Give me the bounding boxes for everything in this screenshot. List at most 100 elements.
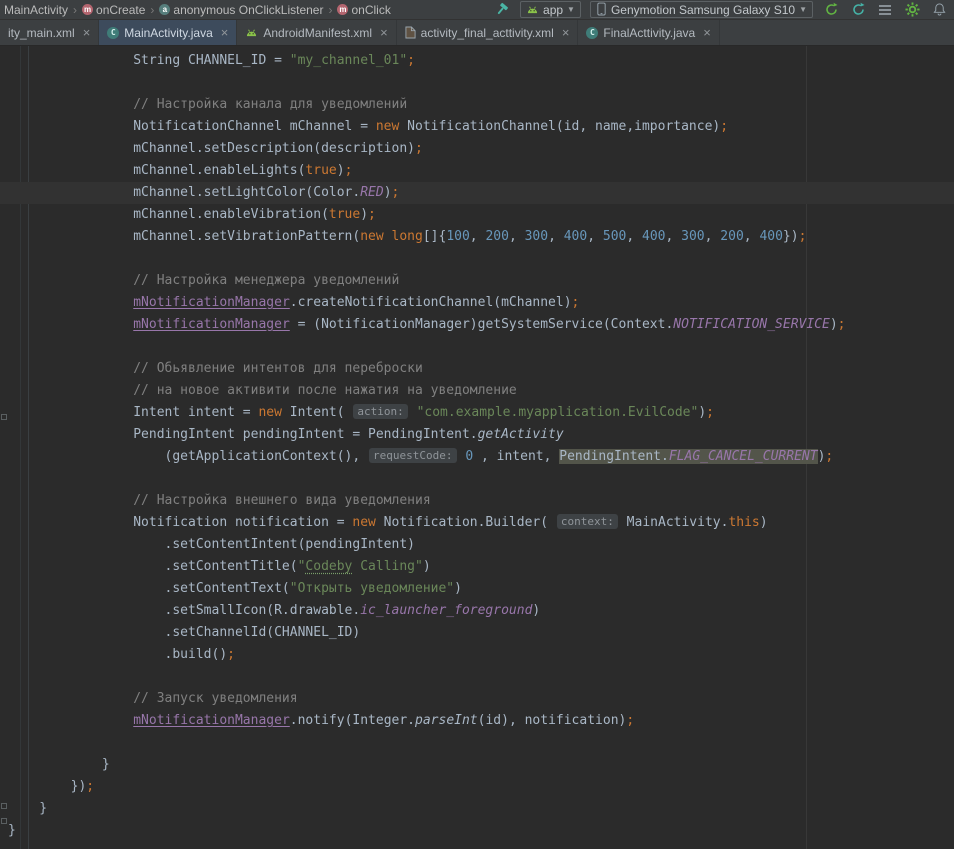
code-line[interactable]: mChannel.enableLights(true);: [0, 160, 954, 182]
run-configuration-select[interactable]: app ▼: [520, 1, 581, 18]
code-token: new: [258, 405, 281, 420]
code-line[interactable]: .build();: [0, 644, 954, 666]
code-token: RED: [360, 185, 383, 200]
parameter-hint: context:: [557, 514, 618, 529]
code-line[interactable]: String CHANNEL_ID = "my_channel_01";: [0, 50, 954, 72]
tab-activity-final-acttivity-xml[interactable]: activity_final_acttivity.xml ×: [397, 20, 579, 45]
code-line[interactable]: [0, 248, 954, 270]
close-tab-icon[interactable]: ×: [83, 26, 91, 39]
code-line[interactable]: // Обьявление интентов для переброски: [0, 358, 954, 380]
code-line[interactable]: .setContentIntent(pendingIntent): [0, 534, 954, 556]
run-list-icon[interactable]: [876, 1, 894, 19]
code-line[interactable]: (getApplicationContext(), requestCode: 0…: [0, 446, 954, 468]
gutter-marker[interactable]: [1, 803, 7, 809]
code-line[interactable]: [0, 468, 954, 490]
code-line[interactable]: [0, 666, 954, 688]
breadcrumb-item[interactable]: onCreate: [96, 3, 145, 17]
code-area: String CHANNEL_ID = "my_channel_01"; // …: [0, 46, 954, 842]
code-line[interactable]: [0, 72, 954, 94]
chevron-down-icon: ▼: [567, 6, 575, 14]
code-line[interactable]: mChannel.enableVibration(true);: [0, 204, 954, 226]
tab-finalacttivity-java[interactable]: CFinalActtivity.java×: [578, 20, 719, 45]
code-line[interactable]: }: [0, 798, 954, 820]
code-line[interactable]: PendingIntent pendingIntent = PendingInt…: [0, 424, 954, 446]
code-line[interactable]: }: [0, 820, 954, 842]
highlighted-token: FLAG_CANCEL_CURRENT: [669, 449, 818, 464]
close-tab-icon[interactable]: ×: [221, 26, 229, 39]
toolbar-right: app ▼ Genymotion Samsung Galaxy S10 ▼: [493, 1, 950, 19]
code-line[interactable]: Intent intent = new Intent( action: "com…: [0, 402, 954, 424]
code-token: mNotificationManager: [133, 713, 290, 728]
code-token: }: [8, 801, 47, 816]
tab-mainactivity-java[interactable]: C MainActivity.java ×: [99, 20, 237, 45]
code-line[interactable]: mNotificationManager = (NotificationMana…: [0, 314, 954, 336]
tab-androidmanifest-xml[interactable]: AndroidManifest.xml×: [237, 20, 396, 45]
breadcrumb-item[interactable]: anonymous OnClickListener: [173, 3, 323, 17]
code-token: parseInt: [415, 713, 478, 728]
code-token: ;: [345, 163, 353, 178]
build-hammer-icon[interactable]: [493, 1, 511, 19]
code-line[interactable]: .setContentTitle("Codeby Calling"): [0, 556, 954, 578]
code-token: "my_channel_01": [290, 53, 407, 68]
breadcrumb-separator: ›: [73, 3, 77, 17]
code-token: // на новое активити после нажатия на ув…: [8, 383, 517, 398]
code-line[interactable]: mChannel.setVibrationPattern(new long[]{…: [0, 226, 954, 248]
gutter-marker[interactable]: [1, 414, 7, 420]
code-line[interactable]: [0, 336, 954, 358]
code-line[interactable]: }: [0, 754, 954, 776]
code-token: ): [760, 515, 768, 530]
apply-code-changes-icon[interactable]: [849, 1, 867, 19]
code-token: ,: [509, 229, 525, 244]
code-token: .setChannelId(CHANNEL_ID): [8, 625, 360, 640]
java-class-icon: C: [107, 27, 119, 39]
code-line[interactable]: .setContentText("Открыть уведомление"): [0, 578, 954, 600]
run-config-label: app: [543, 3, 563, 17]
code-line[interactable]: Notification notification = new Notifica…: [0, 512, 954, 534]
code-line-current[interactable]: mChannel.setLightColor(Color.RED);: [0, 182, 954, 204]
close-tab-icon[interactable]: ×: [380, 26, 388, 39]
code-token: [409, 405, 417, 420]
code-token: .setContentTitle(: [8, 559, 298, 574]
code-token: getActivity: [478, 427, 564, 442]
code-line[interactable]: // Настройка менеджера уведомлений: [0, 270, 954, 292]
code-line[interactable]: .setChannelId(CHANNEL_ID): [0, 622, 954, 644]
code-line[interactable]: NotificationChannel mChannel = new Notif…: [0, 116, 954, 138]
code-line[interactable]: mChannel.setDescription(description);: [0, 138, 954, 160]
notifications-bell-icon[interactable]: [930, 1, 948, 19]
code-token: Intent(: [282, 405, 352, 420]
top-toolbar: MainActivity›monCreate›aanonymous OnClic…: [0, 0, 954, 20]
code-token: // Настройка внешнего вида уведомления: [8, 493, 431, 508]
gutter-marker[interactable]: [1, 818, 7, 824]
code-line[interactable]: // Настройка внешнего вида уведомления: [0, 490, 954, 512]
code-line[interactable]: // Запуск уведомления: [0, 688, 954, 710]
code-token: 100: [446, 229, 469, 244]
tab-label: activity_final_acttivity.xml: [421, 26, 554, 40]
tab-ity-main-xml[interactable]: ity_main.xml ×: [0, 20, 99, 45]
code-line[interactable]: mNotificationManager.createNotificationC…: [0, 292, 954, 314]
editor[interactable]: String CHANNEL_ID = "my_channel_01"; // …: [0, 46, 954, 849]
code-line[interactable]: });: [0, 776, 954, 798]
settings-gear-icon[interactable]: [903, 1, 921, 19]
code-token: MainActivity.: [619, 515, 729, 530]
tab-label: ity_main.xml: [8, 26, 75, 40]
tab-label: MainActivity.java: [124, 26, 212, 40]
code-token: ;: [706, 405, 714, 420]
code-line[interactable]: // Настройка канала для уведомлений: [0, 94, 954, 116]
code-line[interactable]: // на новое активити после нажатия на ув…: [0, 380, 954, 402]
anonymous-class-icon: a: [159, 4, 170, 15]
code-token: Codeby: [305, 559, 352, 574]
code-token: ;: [227, 647, 235, 662]
code-line[interactable]: [0, 732, 954, 754]
close-tab-icon[interactable]: ×: [703, 26, 711, 39]
breadcrumb-item[interactable]: onClick: [351, 3, 390, 17]
code-line[interactable]: mNotificationManager.notify(Integer.pars…: [0, 710, 954, 732]
code-token: ): [384, 185, 392, 200]
code-token: ): [360, 207, 368, 222]
code-line[interactable]: .setSmallIcon(R.drawable.ic_launcher_for…: [0, 600, 954, 622]
device-select[interactable]: Genymotion Samsung Galaxy S10 ▼: [590, 1, 813, 18]
code-token: }): [8, 779, 86, 794]
code-token: mChannel.setVibrationPattern(: [8, 229, 360, 244]
apply-changes-icon[interactable]: [822, 1, 840, 19]
close-tab-icon[interactable]: ×: [562, 26, 570, 39]
breadcrumb-item[interactable]: MainActivity: [4, 3, 68, 17]
